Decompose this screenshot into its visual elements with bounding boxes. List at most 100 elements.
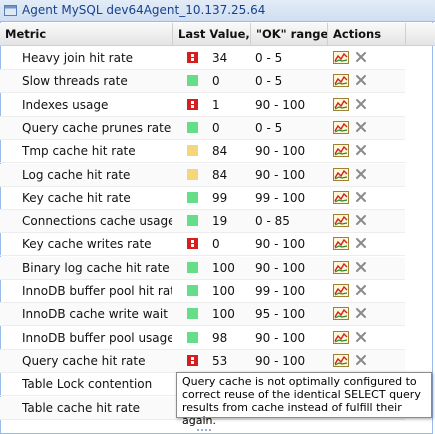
graph-icon[interactable] (333, 353, 349, 367)
ok-status-icon (187, 215, 198, 227)
metric-name: Indexes usage (22, 97, 109, 112)
metric-name: Binary log cache hit rate (22, 260, 170, 275)
delete-icon[interactable] (355, 237, 367, 249)
row-actions (333, 214, 373, 228)
last-value: 34 (212, 51, 228, 65)
graph-icon[interactable] (333, 120, 349, 134)
ok-status-icon (187, 191, 198, 203)
delete-icon[interactable] (355, 98, 367, 110)
warning-status-icon (187, 168, 198, 180)
graph-icon[interactable] (333, 144, 349, 158)
row-actions (333, 51, 373, 65)
column-header-ok-range[interactable]: "OK" range,% (251, 23, 328, 45)
graph-icon[interactable] (333, 167, 349, 181)
row-actions (333, 284, 373, 298)
resize-grip-icon[interactable] (196, 428, 214, 432)
ok-range: 0 - 5 (255, 120, 283, 135)
critical-status-icon (187, 52, 198, 63)
metric-name: Slow threads rate (22, 74, 128, 89)
ok-range: 90 - 100 (255, 144, 306, 159)
table-row[interactable]: Slow threads rate 0 0 - 5 (0, 70, 405, 94)
window-title: Agent MySQL dev64Agent_10.137.25.64 (22, 3, 266, 17)
ok-range: 90 - 100 (255, 260, 306, 275)
column-header-metric[interactable]: Metric (0, 23, 173, 45)
metric-name: Heavy join hit rate (22, 51, 134, 65)
metric-name: Table Lock contention (22, 377, 153, 392)
graph-icon[interactable] (333, 190, 349, 204)
delete-icon[interactable] (355, 51, 367, 63)
ok-range: 0 - 5 (255, 51, 283, 65)
grid-header: Metric Last Value,% "OK" range,% Actions (0, 23, 435, 46)
table-row[interactable]: Key cache writes rate 0 90 - 100 (0, 233, 405, 257)
metric-name: Connections cache usage (22, 214, 172, 229)
last-value: 19 (212, 214, 228, 229)
row-actions (333, 260, 373, 275)
last-value: 99 (212, 190, 228, 205)
row-actions (333, 190, 373, 205)
table-row[interactable]: Connections cache usage 19 0 - 85 (0, 210, 405, 234)
ok-status-icon (187, 331, 198, 343)
graph-icon[interactable] (333, 284, 349, 297)
row-actions (333, 120, 373, 135)
delete-icon[interactable] (355, 191, 367, 203)
critical-status-icon (187, 98, 198, 110)
critical-status-icon (187, 238, 198, 250)
table-row[interactable]: Log cache hit rate 84 90 - 100 (0, 163, 405, 187)
last-value: 0 (212, 237, 220, 252)
delete-icon[interactable] (355, 214, 367, 226)
graph-icon[interactable] (333, 97, 349, 111)
table-row[interactable]: Query cache hit rate 53 90 - 100 (0, 349, 405, 373)
last-value: 98 (212, 330, 228, 345)
row-actions (333, 237, 373, 251)
last-value: 0 (212, 120, 220, 135)
delete-icon[interactable] (355, 144, 367, 156)
graph-icon[interactable] (333, 307, 349, 321)
metric-name: Tmp cache hit rate (22, 144, 136, 159)
table-row[interactable]: InnoDB buffer pool usage 98 90 - 100 (0, 327, 405, 350)
metric-name: Key cache hit rate (22, 190, 131, 205)
metric-name: Query cache prunes rate (22, 120, 172, 135)
graph-icon[interactable] (333, 260, 349, 274)
column-header-actions[interactable]: Actions (328, 23, 406, 45)
delete-icon[interactable] (355, 307, 367, 319)
graph-icon[interactable] (333, 237, 349, 251)
delete-icon[interactable] (355, 168, 367, 180)
delete-icon[interactable] (355, 331, 367, 343)
ok-range: 95 - 100 (255, 307, 306, 322)
ok-range: 0 - 5 (255, 74, 283, 89)
table-row[interactable]: Query cache prunes rate 0 0 - 5 (0, 116, 405, 140)
row-actions (333, 330, 373, 345)
last-value: 84 (212, 144, 228, 159)
table-row[interactable]: Key cache hit rate 99 99 - 100 (0, 187, 405, 210)
table-row[interactable]: InnoDB cache write wait ra 100 95 - 100 (0, 303, 405, 327)
last-value: 0 (212, 74, 220, 89)
row-actions (333, 307, 373, 321)
table-row[interactable]: Tmp cache hit rate 84 90 - 100 (0, 140, 405, 164)
ok-status-icon (187, 121, 198, 133)
metric-name: Log cache hit rate (22, 167, 131, 182)
table-row[interactable]: Heavy join hit rate 34 0 - 5 (0, 47, 405, 70)
table-row[interactable]: Binary log cache hit rate 100 90 - 100 (0, 256, 405, 280)
graph-icon[interactable] (333, 51, 349, 64)
row-actions (333, 353, 373, 368)
graph-icon[interactable] (333, 330, 349, 344)
delete-icon[interactable] (355, 354, 367, 366)
ok-range: 90 - 100 (255, 97, 306, 112)
graph-icon[interactable] (333, 74, 349, 88)
delete-icon[interactable] (355, 284, 367, 296)
graph-icon[interactable] (333, 214, 349, 228)
column-header-last-value[interactable]: Last Value,% (173, 23, 251, 45)
critical-status-icon (187, 354, 198, 366)
table-row[interactable]: InnoDB buffer pool hit rate 100 99 - 100 (0, 280, 405, 303)
table-row[interactable]: Indexes usage 1 90 - 100 (0, 94, 405, 117)
last-value: 100 (212, 284, 235, 298)
ok-range: 90 - 100 (255, 330, 306, 345)
ok-range: 90 - 100 (255, 237, 306, 252)
row-actions (333, 167, 373, 182)
delete-icon[interactable] (355, 74, 367, 86)
warning-status-icon (187, 145, 198, 157)
delete-icon[interactable] (355, 261, 367, 273)
delete-icon[interactable] (355, 121, 367, 133)
last-value: 100 (212, 307, 235, 322)
tooltip: Query cache is not optimally configured … (176, 372, 432, 427)
